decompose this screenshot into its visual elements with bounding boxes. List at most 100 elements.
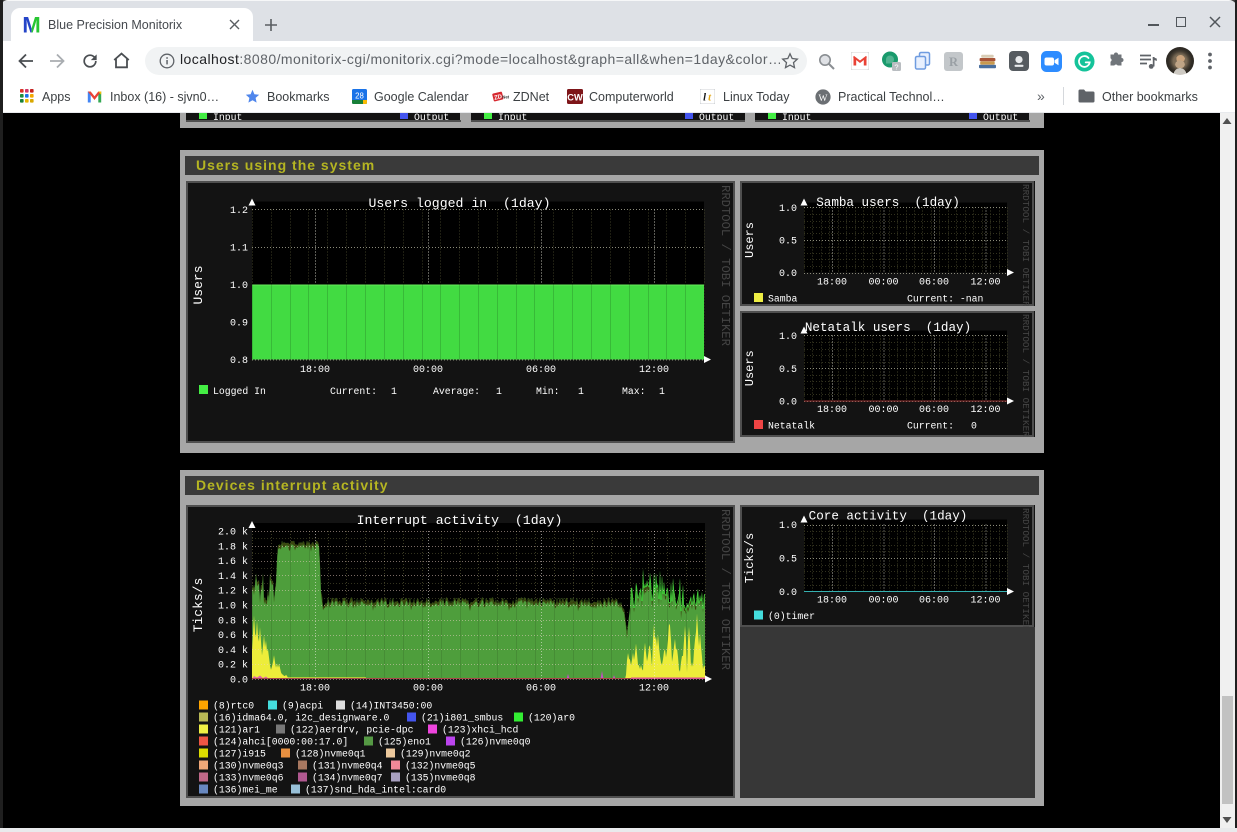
svg-text:Users: Users	[743, 350, 757, 386]
svg-text:(136)mei_me: (136)mei_me	[213, 785, 278, 796]
svg-text:Netatalk users (1day): Netatalk users (1day)	[805, 321, 971, 335]
svg-text:(128)nvme0q1: (128)nvme0q1	[295, 749, 366, 760]
svg-text:1.8 k: 1.8 k	[218, 541, 248, 553]
svg-text:RRDTOOL / TOBI OETIKER: RRDTOOL / TOBI OETIKER	[718, 509, 732, 670]
svg-text:1.0: 1.0	[230, 281, 248, 292]
svg-text:(134)nvme0q7: (134)nvme0q7	[312, 773, 383, 784]
svg-text:0.8: 0.8	[230, 356, 248, 367]
svg-text:12:00: 12:00	[639, 365, 669, 376]
svg-text:Core activity (1day): Core activity (1day)	[809, 510, 968, 524]
svg-text:(133)nvme0q6: (133)nvme0q6	[213, 773, 284, 784]
svg-text:Interrupt activity (1day): Interrupt activity (1day)	[357, 513, 563, 528]
svg-text:12:00: 12:00	[970, 596, 1000, 607]
svg-text:18:00: 18:00	[817, 405, 847, 416]
svg-text:(131)nvme0q4: (131)nvme0q4	[312, 761, 383, 772]
svg-text:0.5: 0.5	[779, 555, 797, 566]
svg-text:(16)idma64.0, i2c_designware.0: (16)idma64.0, i2c_designware.0	[213, 713, 389, 724]
svg-text:1: 1	[391, 386, 397, 397]
svg-text:Ticks/s: Ticks/s	[743, 533, 757, 583]
svg-text:1.6 k: 1.6 k	[218, 556, 248, 568]
svg-text:(8)rtc0: (8)rtc0	[213, 701, 254, 712]
svg-text:0.4 k: 0.4 k	[218, 645, 248, 657]
svg-text:12:00: 12:00	[970, 278, 1000, 289]
svg-text:(125)eno1: (125)eno1	[378, 737, 431, 748]
svg-text:1.2 k: 1.2 k	[218, 586, 248, 598]
svg-text:28: 28	[355, 92, 364, 101]
svg-text:Logged In: Logged In	[213, 386, 266, 397]
svg-text:(137)snd_hda_intel:card0: (137)snd_hda_intel:card0	[305, 785, 446, 796]
svg-text:00:00: 00:00	[413, 365, 443, 376]
svg-text:(122)aerdrv, pcie-dpc: (122)aerdrv, pcie-dpc	[290, 725, 414, 736]
svg-text:12:00: 12:00	[639, 684, 669, 695]
svg-text:CW: CW	[567, 92, 583, 102]
svg-text:1.0: 1.0	[779, 332, 797, 343]
svg-text:18:00: 18:00	[817, 596, 847, 607]
svg-text:(0)timer: (0)timer	[768, 611, 815, 622]
svg-text:Max:: Max:	[622, 386, 646, 397]
svg-text:(123)xhci_hcd: (123)xhci_hcd	[442, 725, 519, 736]
svg-text:1: 1	[496, 386, 502, 397]
svg-text:R: R	[949, 55, 959, 69]
svg-text:Netatalk: Netatalk	[768, 421, 815, 432]
svg-text:00:00: 00:00	[868, 405, 898, 416]
svg-text:(9)acpi: (9)acpi	[282, 701, 323, 712]
svg-text:Users: Users	[191, 265, 206, 304]
svg-text:Users: Users	[743, 222, 757, 258]
svg-text:Ticks/s: Ticks/s	[191, 578, 206, 633]
svg-text:(126)nvme0q0: (126)nvme0q0	[460, 737, 531, 748]
svg-text:12:00: 12:00	[970, 405, 1000, 416]
svg-text:00:00: 00:00	[413, 684, 443, 695]
svg-text:?: ?	[894, 62, 898, 71]
svg-text:(21)i801_smbus: (21)i801_smbus	[421, 713, 503, 724]
svg-text:RRDTOOL / TOBI OETIKER: RRDTOOL / TOBI OETIKER	[718, 185, 732, 346]
svg-text:06:00: 06:00	[919, 278, 949, 289]
svg-text:06:00: 06:00	[526, 684, 556, 695]
svg-text:1.1: 1.1	[230, 244, 248, 255]
svg-text:(129)nvme0q2: (129)nvme0q2	[400, 749, 471, 760]
svg-text:2.0 k: 2.0 k	[218, 527, 248, 539]
svg-text:(127)i915: (127)i915	[213, 749, 266, 760]
svg-text:18:00: 18:00	[817, 278, 847, 289]
svg-text:Current:: Current:	[907, 421, 954, 432]
svg-text:(132)nvme0q5: (132)nvme0q5	[405, 761, 476, 772]
svg-text:Current: -nan: Current: -nan	[907, 294, 984, 305]
svg-text:18:00: 18:00	[300, 365, 330, 376]
svg-text:1: 1	[659, 386, 665, 397]
svg-text:00:00: 00:00	[868, 596, 898, 607]
svg-text:Average:: Average:	[433, 386, 480, 397]
svg-text:Min:: Min:	[536, 386, 560, 397]
svg-text:Net: Net	[502, 95, 509, 100]
svg-text:06:00: 06:00	[919, 405, 949, 416]
svg-text:0.0: 0.0	[230, 676, 248, 687]
svg-text:(14)INT3450:00: (14)INT3450:00	[350, 701, 432, 712]
svg-text:1.4 k: 1.4 k	[218, 571, 248, 583]
svg-text:RRDTOOL / TOBI OETIKER: RRDTOOL / TOBI OETIKER	[1020, 508, 1031, 627]
svg-text:RRDTOOL / TOBI OETIKER: RRDTOOL / TOBI OETIKER	[1020, 314, 1031, 437]
svg-text:1.0 k: 1.0 k	[218, 601, 248, 613]
svg-text:0.5: 0.5	[779, 237, 797, 248]
svg-text:(120)ar0: (120)ar0	[528, 713, 575, 724]
svg-text:0.0: 0.0	[779, 269, 797, 280]
svg-text:(130)nvme0q3: (130)nvme0q3	[213, 761, 284, 772]
svg-text:0.0: 0.0	[779, 588, 797, 599]
svg-text:(135)nvme0q8: (135)nvme0q8	[405, 773, 476, 784]
svg-text:Samba: Samba	[768, 294, 798, 305]
svg-text:18:00: 18:00	[300, 684, 330, 695]
svg-text:0.9: 0.9	[230, 319, 248, 330]
svg-text:00:00: 00:00	[868, 278, 898, 289]
svg-text:(121)ar1: (121)ar1	[213, 725, 260, 736]
svg-text:1: 1	[578, 386, 584, 397]
svg-text:0.8 k: 0.8 k	[218, 615, 248, 627]
svg-text:Samba users (1day): Samba users (1day)	[816, 196, 960, 210]
svg-text:0: 0	[971, 421, 977, 432]
svg-text:1.0: 1.0	[779, 204, 797, 215]
svg-text:0.6 k: 0.6 k	[218, 630, 248, 642]
svg-text:Current:: Current:	[330, 386, 377, 397]
svg-text:(124)ahci[0000:00:17.0]: (124)ahci[0000:00:17.0]	[213, 737, 348, 748]
svg-text:06:00: 06:00	[919, 596, 949, 607]
svg-text:1.2: 1.2	[230, 206, 248, 217]
svg-text:W: W	[819, 94, 828, 104]
svg-text:1.0: 1.0	[779, 521, 797, 532]
svg-text:Users logged in (1day): Users logged in (1day)	[368, 196, 550, 211]
svg-text:0.0: 0.0	[779, 398, 797, 409]
